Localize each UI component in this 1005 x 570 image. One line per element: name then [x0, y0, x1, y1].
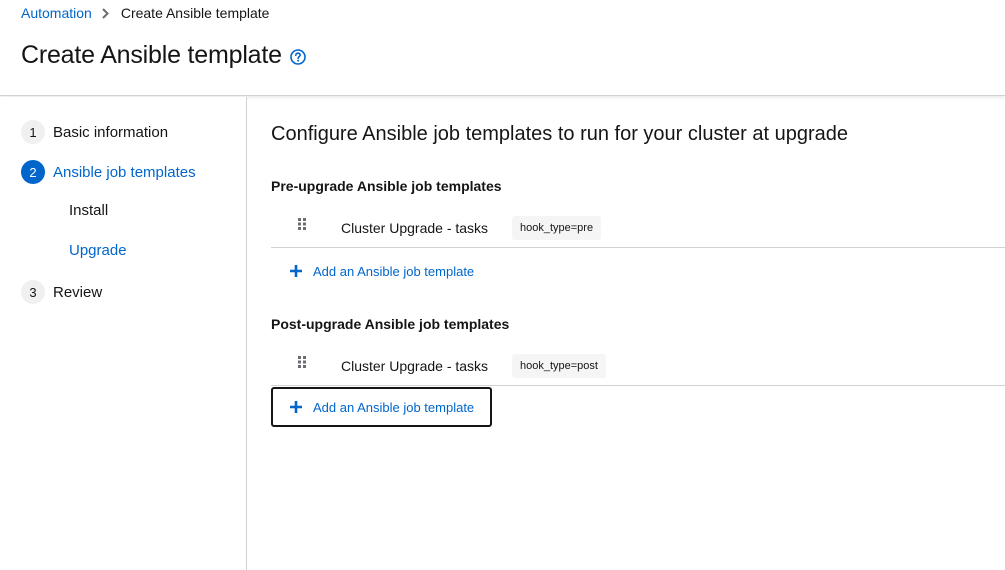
page-title: Create Ansible template	[21, 41, 282, 69]
breadcrumb: Automation Create Ansible template	[21, 5, 269, 21]
job-template-name: Cluster Upgrade - tasks	[341, 357, 489, 374]
add-button-label: Add an Ansible job template	[313, 399, 475, 415]
post-upgrade-section-title: Post-upgrade Ansible job templates	[271, 316, 510, 332]
step-label: Basic information	[53, 123, 169, 141]
pre-upgrade-add-job-template-button[interactable]: Add an Ansible job template	[271, 251, 493, 291]
drag-handle-icon[interactable]	[297, 355, 307, 369]
breadcrumb-current: Create Ansible template	[120, 5, 270, 21]
wizard-step-review[interactable]: 3 Review	[21, 280, 102, 304]
question-circle-icon[interactable]	[290, 48, 306, 65]
plus-icon	[289, 400, 303, 414]
chevron-right-icon	[102, 7, 109, 19]
pre-upgrade-section-title: Pre-upgrade Ansible job templates	[271, 178, 502, 194]
main-title: Configure Ansible job templates to run f…	[271, 123, 848, 145]
pre-upgrade-job-row: Cluster Upgrade - tasks hook_type=pre	[271, 208, 1005, 248]
add-button-label: Add an Ansible job template	[313, 263, 475, 279]
wizard-substep-upgrade[interactable]: Upgrade	[69, 242, 127, 259]
job-template-label: hook_type=post	[512, 353, 606, 378]
page-header: Automation Create Ansible template Creat…	[0, 0, 1005, 96]
step-label: Review	[53, 283, 103, 301]
wizard-substep-install[interactable]: Install	[69, 202, 108, 219]
breadcrumb-automation-link[interactable]: Automation	[21, 5, 92, 21]
step-number: 3	[21, 280, 45, 304]
drag-handle-icon[interactable]	[297, 217, 307, 231]
wizard-step-basic-information[interactable]: 1 Basic information	[21, 120, 168, 144]
wizard-step-ansible-job-templates[interactable]: 2 Ansible job templates	[21, 160, 196, 184]
step-number: 1	[21, 120, 45, 144]
job-template-name: Cluster Upgrade - tasks	[341, 219, 489, 236]
job-template-label: hook_type=pre	[512, 215, 602, 240]
step-label: Ansible job templates	[53, 163, 196, 181]
post-upgrade-job-row: Cluster Upgrade - tasks hook_type=post	[271, 346, 1005, 386]
wizard-nav: 1 Basic information 2 Ansible job templa…	[0, 97, 247, 570]
page: Automation Create Ansible template Creat…	[0, 0, 1005, 570]
title-row: Create Ansible template	[21, 41, 306, 70]
post-upgrade-add-job-template-button[interactable]: Add an Ansible job template	[271, 387, 493, 427]
plus-icon	[289, 264, 303, 278]
step-number: 2	[21, 160, 45, 184]
